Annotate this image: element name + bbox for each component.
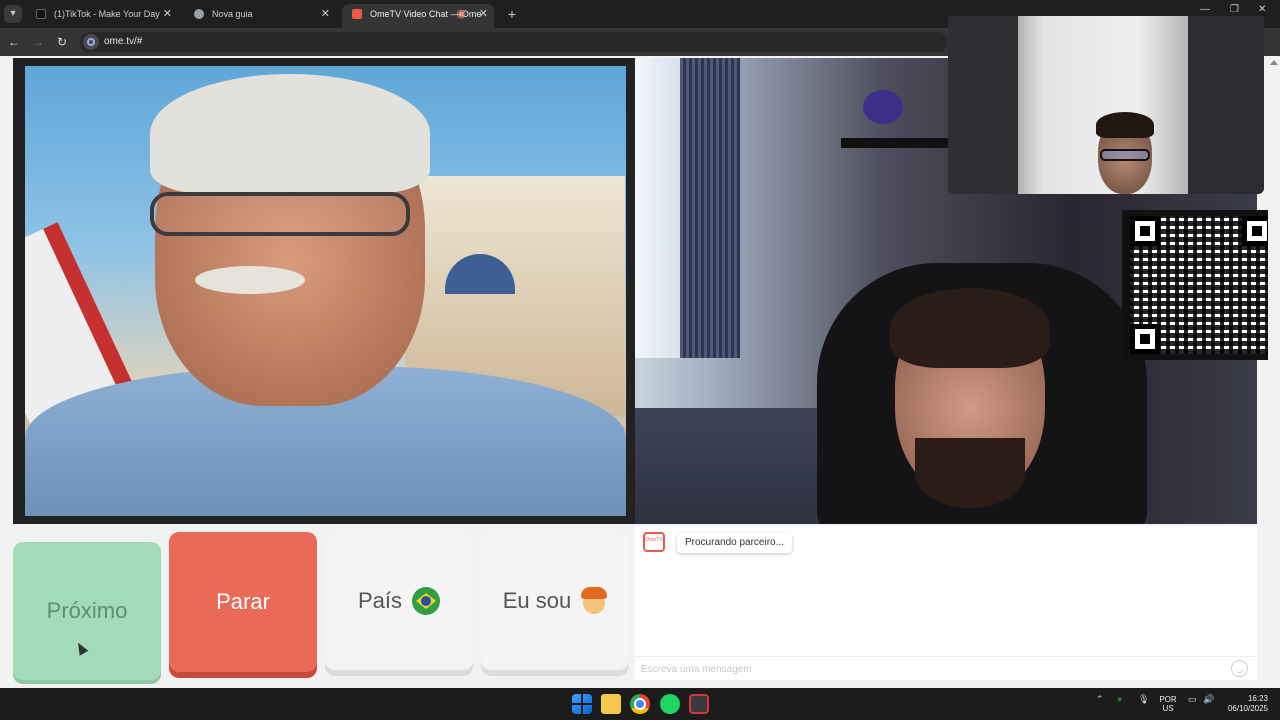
streamer-webcam-overlay: [948, 16, 1264, 194]
country-button-label: País: [357, 588, 403, 613]
page-scrollbar[interactable]: [1268, 56, 1280, 688]
recording-icon: ◉: [456, 8, 466, 20]
tab-new-guide[interactable]: Nova guia ✕: [184, 4, 336, 24]
ometv-page: Próximo Parar País Eu sou Procurando par…: [0, 16, 1280, 688]
url-text: ome.tv/#: [104, 36, 143, 47]
close-icon[interactable]: ✕: [479, 4, 488, 24]
tab-tiktok[interactable]: (1)TikTok - Make Your Day ✕: [26, 4, 178, 24]
clock-date: 06/10/2025: [1227, 704, 1268, 713]
brazil-flag-icon: [412, 587, 441, 615]
tiktok-icon: [36, 9, 46, 19]
windows-start-icon[interactable]: [572, 694, 592, 714]
gender-button-label: Eu sou: [502, 588, 572, 613]
tab-ometv[interactable]: OmeTV Video Chat — Ome ◉ ✕: [342, 4, 494, 28]
ometv-icon: [352, 9, 362, 19]
country-button[interactable]: País: [325, 532, 473, 670]
emoji-icon[interactable]: [1231, 660, 1248, 677]
back-icon[interactable]: ←: [6, 34, 22, 50]
tray-app-icon[interactable]: ●: [1117, 694, 1122, 704]
close-window-icon[interactable]: ✕: [1258, 4, 1266, 15]
partner-video: [13, 58, 635, 524]
reload-icon[interactable]: ↻: [54, 34, 70, 50]
volume-icon[interactable]: 🔊: [1203, 694, 1214, 705]
file-explorer-icon[interactable]: [601, 694, 621, 714]
restore-icon[interactable]: ❐: [1230, 4, 1239, 15]
spotify-icon[interactable]: [660, 694, 680, 714]
microphone-icon[interactable]: 🎙: [1138, 694, 1149, 705]
gender-button[interactable]: Eu sou: [481, 532, 629, 670]
globe-icon: [194, 9, 204, 19]
chat-panel: Procurando parceiro...: [635, 526, 1257, 680]
chat-status-message: Procurando parceiro...: [677, 533, 792, 553]
partner-video-frame: [25, 66, 626, 516]
language-line-1: POR: [1159, 695, 1177, 704]
chat-input-bar: [635, 656, 1257, 680]
tab-title: (1)TikTok - Make Your Day: [54, 9, 160, 19]
chrome-icon[interactable]: [630, 694, 650, 714]
scroll-up-arrow-icon[interactable]: [1270, 60, 1278, 65]
app-icon[interactable]: [689, 694, 709, 714]
new-tab-button[interactable]: +: [505, 4, 519, 24]
forward-icon[interactable]: →: [30, 34, 46, 50]
windows-taskbar: ⌃ ● 🎙 POR US ▭ 🔊 16:23 06/10/2025: [0, 688, 1280, 720]
tab-search-button[interactable]: ▾: [4, 5, 22, 23]
tab-title: Nova guia: [212, 9, 253, 19]
ometv-logo-icon: [643, 532, 665, 552]
tray-overflow-icon[interactable]: ⌃: [1096, 694, 1104, 705]
clock[interactable]: 16:23 06/10/2025: [1228, 694, 1268, 714]
language-indicator[interactable]: POR US: [1158, 695, 1178, 713]
clock-time: 16:23: [1247, 694, 1268, 703]
next-button-label: Próximo: [46, 598, 128, 623]
qr-code: [1122, 210, 1280, 360]
close-icon[interactable]: ✕: [163, 4, 172, 24]
minimize-icon[interactable]: —: [1200, 4, 1210, 15]
network-icon[interactable]: ▭: [1188, 694, 1197, 705]
site-info-icon[interactable]: [83, 34, 99, 50]
language-line-2: US: [1162, 704, 1174, 713]
close-icon[interactable]: ✕: [321, 4, 330, 24]
next-button[interactable]: Próximo: [13, 542, 161, 680]
stop-button-label: Parar: [216, 589, 270, 614]
stop-button[interactable]: Parar: [169, 532, 317, 672]
boy-avatar-icon: [581, 587, 608, 615]
message-input[interactable]: [641, 660, 1221, 678]
address-bar[interactable]: ome.tv/#: [80, 32, 948, 52]
